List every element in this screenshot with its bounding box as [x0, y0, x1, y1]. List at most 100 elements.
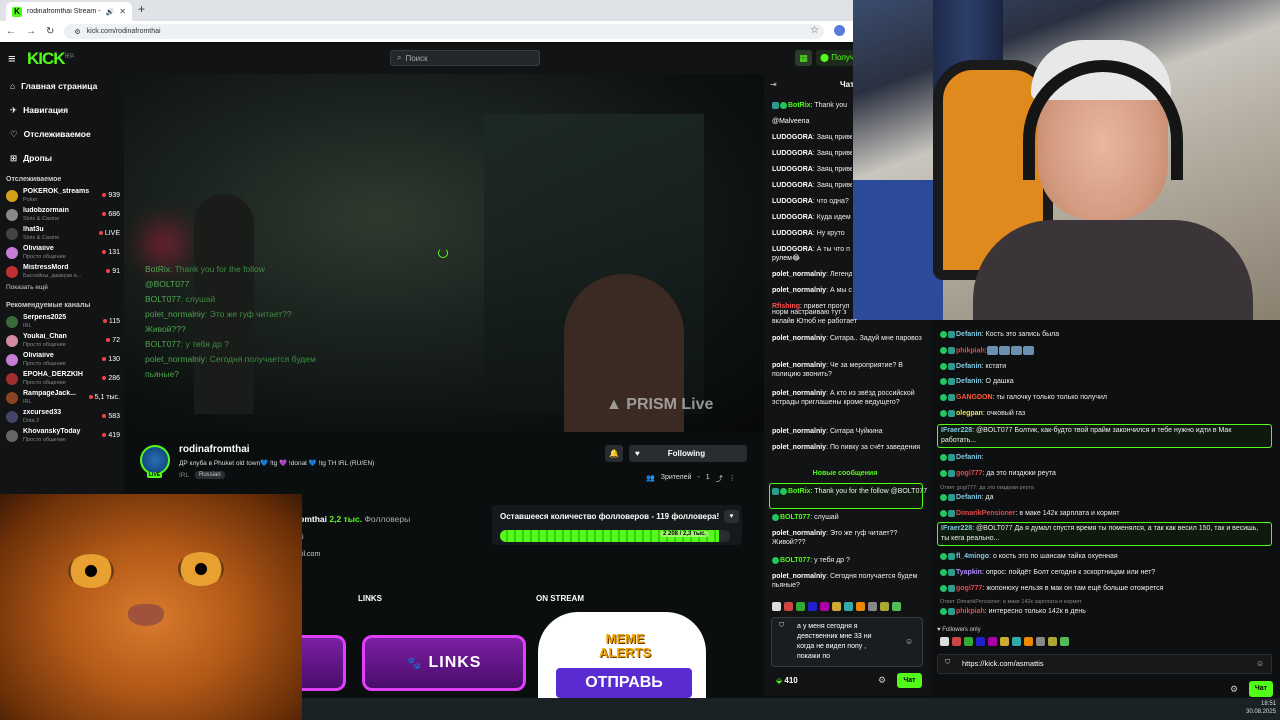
notification-bell-button[interactable]: 🔔 — [605, 445, 623, 462]
chat-settings-gear-icon[interactable]: ⚙ — [878, 675, 886, 686]
following-button[interactable]: ♥ Following — [629, 445, 747, 462]
chat-username[interactable]: polet_normalniy — [772, 444, 826, 451]
sidebar-channel[interactable]: MistressMord Бассейны, джакузи и... 91 — [0, 262, 124, 281]
get-button[interactable]: ⬤ Получ — [816, 50, 856, 66]
new-messages-divider[interactable]: Новые сообщения — [770, 470, 920, 477]
pinned-user[interactable]: BotRix — [788, 488, 811, 495]
right-chat-settings-gear-icon[interactable]: ⚙ — [1230, 684, 1238, 695]
right-chat-send-button[interactable]: Чат — [1249, 681, 1273, 697]
emote-icon[interactable] — [784, 602, 793, 611]
emote-icon[interactable] — [892, 602, 901, 611]
chat-input-text[interactable]: а у меня сегодня я девственник мне 33 ни… — [797, 622, 887, 662]
chat-username[interactable]: polet_normalniy — [772, 573, 826, 580]
new-tab-icon[interactable]: + — [138, 2, 145, 16]
chat-username[interactable]: gogi777 — [956, 585, 982, 592]
more-options-icon[interactable]: ⋮ — [729, 474, 736, 484]
emote-icon[interactable] — [1060, 637, 1069, 646]
search-input[interactable]: ⌕ Поиск — [390, 50, 540, 66]
chat-username[interactable]: gogi777 — [956, 470, 982, 477]
browser-profile-avatar[interactable] — [834, 25, 845, 36]
emote-icon[interactable] — [820, 602, 829, 611]
chat-username[interactable]: LUDOGORA — [772, 198, 813, 205]
chat-username[interactable]: LUDOGORA — [772, 214, 813, 221]
chat-username[interactable]: Tyapkin — [956, 569, 982, 576]
chat-username[interactable]: IFraer228 — [941, 525, 972, 532]
reload-icon[interactable]: ↻ — [46, 26, 54, 37]
close-tab-icon[interactable]: ✕ — [119, 7, 126, 16]
channel-avatar[interactable] — [140, 445, 170, 475]
chat-username[interactable]: LUDOGORA — [772, 246, 813, 253]
emote-icon[interactable] — [976, 637, 985, 646]
chat-username[interactable]: BotRix — [788, 102, 811, 109]
chat-username[interactable]: Defanin — [956, 363, 982, 370]
chat-username[interactable]: phikpiah — [956, 608, 985, 615]
chat-username[interactable]: polet_normalniy — [772, 362, 826, 369]
emote-icon[interactable] — [844, 602, 853, 611]
sidebar-channel[interactable]: POKEROK_streams Poker 939 — [0, 186, 124, 205]
emote-icon[interactable] — [1012, 637, 1021, 646]
chat-username[interactable]: LUDOGORA — [772, 150, 813, 157]
links-banner[interactable]: 🐾 LINKS — [362, 635, 526, 691]
emote-icon[interactable] — [856, 602, 865, 611]
url-field[interactable]: ⚙ kick.com/rodinafromthai — [64, 24, 825, 39]
language-tag[interactable]: Russian — [195, 471, 225, 479]
calendar-button[interactable]: ▦ — [795, 50, 812, 66]
sidebar-channel[interactable]: EPOHA_DERZKIH Просто общение 286 — [0, 369, 124, 388]
emote-icon[interactable] — [1036, 637, 1045, 646]
chat-username[interactable]: polet_normalniy — [772, 335, 826, 342]
speaker-icon[interactable]: 🔊 — [106, 8, 115, 16]
chat-username[interactable]: GANGDON — [956, 394, 993, 401]
sidebar-channel[interactable]: Oliviaiive Просто общение 131 — [0, 243, 124, 262]
sidebar-nav-item[interactable]: ✈ Навигация — [0, 98, 124, 122]
emote-icon[interactable] — [1000, 637, 1009, 646]
browser-tab[interactable]: K rodinafromthai Stream - W 🔊 ✕ — [6, 2, 132, 21]
chat-username[interactable]: phikpiah — [956, 347, 985, 354]
emote-icon[interactable] — [808, 602, 817, 611]
chat-username[interactable]: olegpan — [956, 410, 983, 417]
hamburger-menu-icon[interactable]: ≡ — [8, 51, 16, 66]
sidebar-nav-item[interactable]: ♡ Отслеживаемое — [0, 122, 124, 146]
chat-username[interactable]: polet_normalniy — [772, 530, 826, 537]
share-icon[interactable]: ⤴ — [716, 474, 723, 484]
emote-icon[interactable] — [868, 602, 877, 611]
emote-icon[interactable] — [1048, 637, 1057, 646]
chat-username[interactable]: fl_4mingo — [956, 553, 989, 560]
back-icon[interactable]: ← — [6, 26, 16, 37]
emoji-icon[interactable]: ☺ — [905, 637, 913, 646]
chat-send-button[interactable]: Чат — [897, 673, 922, 688]
sidebar-channel[interactable]: Youkai_Chan Просто общение 72 — [0, 331, 124, 350]
chat-username[interactable]: polet_normalniy — [772, 390, 826, 397]
emote-icon[interactable] — [952, 637, 961, 646]
category-tag[interactable]: IRL — [179, 472, 189, 479]
sidebar-channel[interactable]: Serpens2025 IRL 115 — [0, 312, 124, 331]
sidebar-channel[interactable]: Oliviaiive Просто общение 130 — [0, 350, 124, 369]
site-info-icon[interactable]: ⚙ — [74, 28, 80, 36]
panel-banner-left[interactable] — [302, 635, 346, 691]
chat-username[interactable]: Defanin — [956, 378, 982, 385]
chat-username[interactable]: Defanin — [956, 454, 982, 461]
chat-username[interactable]: Defanin — [956, 331, 982, 338]
emote-icon[interactable] — [832, 602, 841, 611]
emoji-icon[interactable]: ☺ — [1256, 659, 1264, 668]
kick-logo[interactable]: KICKBETA — [27, 49, 74, 69]
sidebar-channel[interactable]: KhovanskyToday Просто общение 419 — [0, 426, 124, 445]
sidebar-nav-item[interactable]: ⌂ Главная страница — [0, 74, 124, 98]
channel-name[interactable]: rodinafromthai — [179, 444, 250, 455]
right-chat-input-text[interactable]: https://kick.com/asmattis — [962, 659, 1044, 668]
emote-icon[interactable] — [940, 637, 949, 646]
emote-icon[interactable] — [988, 637, 997, 646]
chat-username[interactable]: LUDOGORA — [772, 230, 813, 237]
chat-username[interactable]: IFraer228 — [941, 427, 972, 434]
chat-username[interactable]: polet_normalniy — [772, 428, 826, 435]
chat-username[interactable]: LUDOGORA — [772, 134, 813, 141]
emote-icon[interactable] — [964, 637, 973, 646]
show-more-link[interactable]: Показать ещё — [0, 281, 124, 294]
sidebar-channel[interactable]: lhat3u Slots & Casino LIVE — [0, 224, 124, 243]
collapse-chat-icon[interactable]: ⇥ — [770, 80, 777, 89]
right-emote-bar[interactable] — [940, 637, 1069, 646]
chat-username[interactable]: LUDOGORA — [772, 182, 813, 189]
sidebar-channel[interactable]: zxcursed33 Dota 2 583 — [0, 407, 124, 426]
emote-icon[interactable] — [772, 602, 781, 611]
chat-username[interactable]: BOLT077 — [780, 514, 810, 521]
bookmark-star-icon[interactable]: ☆ — [810, 25, 819, 36]
